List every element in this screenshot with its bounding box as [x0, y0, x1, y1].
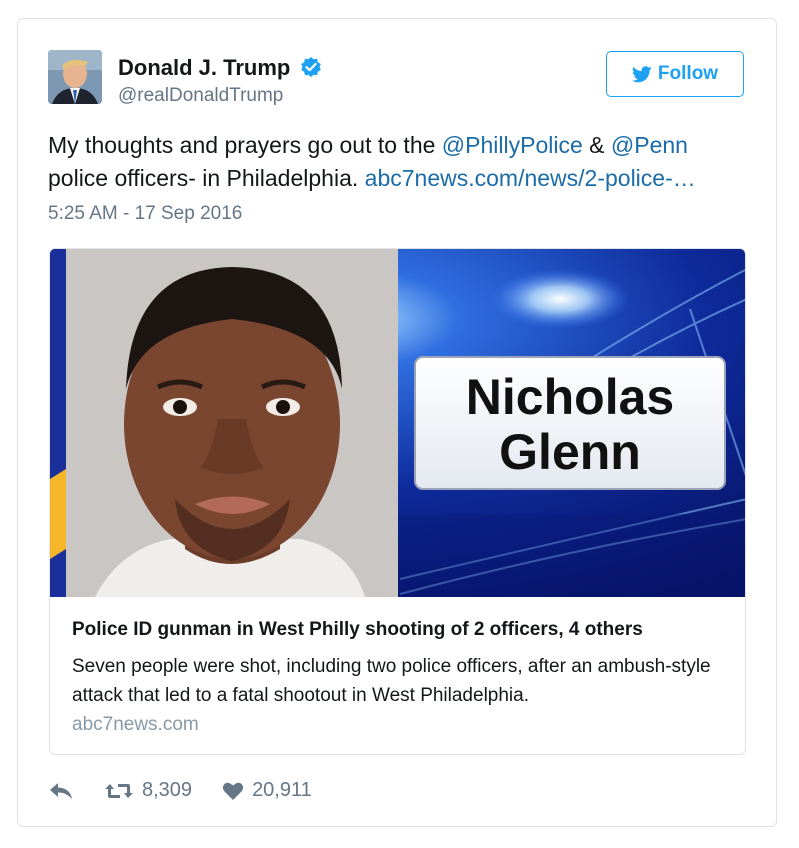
card-title[interactable]: Police ID gunman in West Philly shooting… — [72, 619, 643, 641]
card-image: Nicholas Glenn — [50, 249, 745, 597]
retweet-count: 8,309 — [142, 779, 193, 801]
tweet-text-part: police officers- in Philadelphia. — [48, 165, 365, 191]
follow-button[interactable]: Follow — [606, 51, 744, 97]
heart-icon — [222, 782, 244, 800]
author-handle[interactable]: @realDonaldTrump — [118, 85, 283, 107]
mention-penn[interactable]: @Penn — [611, 132, 688, 158]
avatar[interactable] — [48, 50, 102, 104]
avatar-image — [48, 50, 102, 104]
tweet-card: Donald J. Trump @realDonaldTrump Follow … — [17, 18, 777, 827]
tweet-text: My thoughts and prayers go out to the @P… — [48, 129, 748, 195]
tweet-actions: 8,309 20,911 — [48, 779, 312, 802]
caption-line-2: Glenn — [499, 424, 641, 480]
retweet-button[interactable]: 8,309 — [104, 779, 192, 802]
mention-phillypolice[interactable]: @PhillyPolice — [442, 132, 583, 158]
reply-icon — [50, 782, 72, 799]
link-card[interactable]: Nicholas Glenn Police ID gunman in West … — [49, 248, 746, 755]
like-button[interactable]: 20,911 — [222, 779, 312, 802]
tweet-text-part: & — [582, 132, 611, 158]
tweet-timestamp[interactable]: 5:25 AM - 17 Sep 2016 — [48, 203, 242, 225]
like-count: 20,911 — [252, 779, 312, 801]
follow-label: Follow — [657, 63, 719, 84]
reply-button[interactable] — [48, 781, 74, 801]
verified-icon — [301, 57, 322, 77]
tweet-text-part: My thoughts and prayers go out to the — [48, 132, 442, 158]
card-domain: abc7news.com — [72, 714, 199, 735]
retweet-icon — [105, 783, 133, 798]
author-name-text[interactable]: Donald J. Trump — [118, 55, 290, 80]
twitter-bird-icon — [631, 65, 652, 82]
card-description: Seven people were shot, including two po… — [72, 656, 711, 706]
article-link[interactable]: abc7news.com/news/2-police-… — [365, 165, 696, 191]
author-name[interactable]: Donald J. Trump — [118, 55, 322, 81]
caption-line-1: Nicholas — [466, 369, 674, 425]
